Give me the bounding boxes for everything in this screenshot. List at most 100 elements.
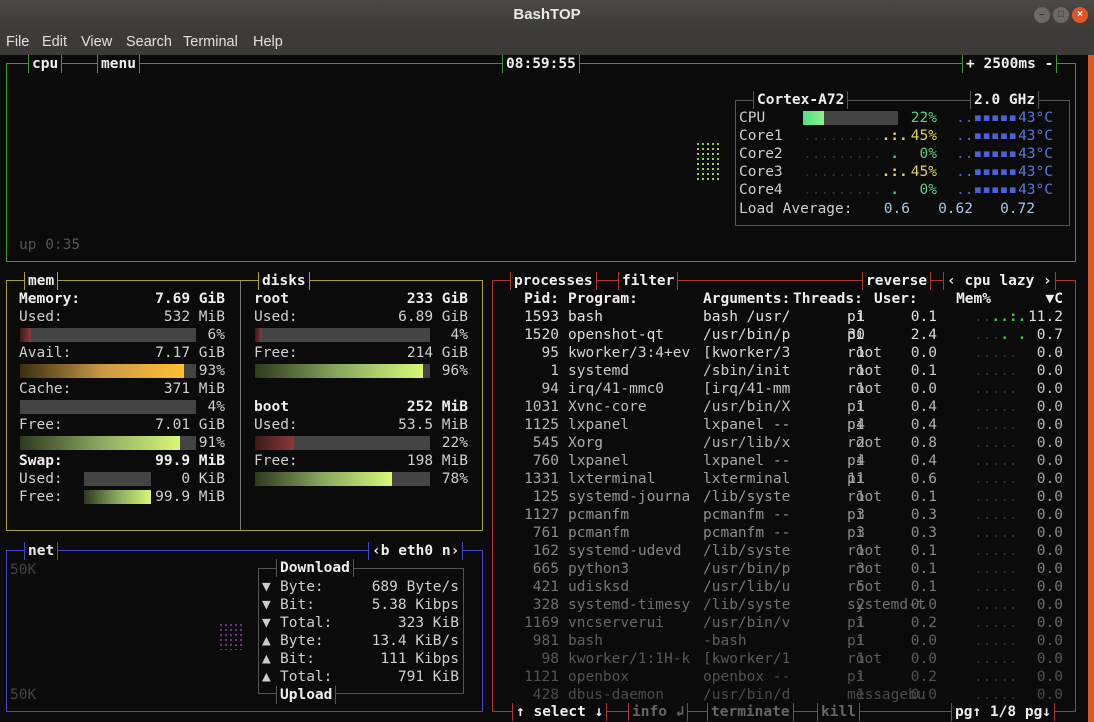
disk-used-percent: 4% xyxy=(450,327,468,343)
menu-file[interactable]: File xyxy=(6,34,29,50)
interface-selector[interactable]: ‹b eth0 n› xyxy=(368,542,464,560)
proc-cpu-graph: ..... xyxy=(974,579,1018,595)
proc-cpu: 0.0 xyxy=(1036,669,1063,685)
proc-pid: 1031 xyxy=(524,399,559,415)
mem-item-value: 7.01 GiB xyxy=(155,417,225,433)
header-mem: Mem% xyxy=(956,291,991,307)
proc-args: bash /usr/ xyxy=(703,309,791,325)
interval-control[interactable]: + 2500ms - xyxy=(962,55,1058,73)
proc-mem: 0.1 xyxy=(910,309,937,325)
cpu-row-temp: 43°C xyxy=(1018,164,1053,180)
filter-button[interactable]: filter xyxy=(618,272,679,290)
proc-mem: 0.3 xyxy=(910,507,937,523)
net-stat-label: Bit: xyxy=(280,597,315,613)
cpu-row-temp: 43°C xyxy=(1018,182,1053,198)
proc-args: /sbin/init xyxy=(703,363,791,379)
proc-pid: 1331 xyxy=(524,471,559,487)
proc-cpu-graph: .... . xyxy=(974,327,1027,343)
proc-user: pi xyxy=(847,399,865,415)
proc-user: pi xyxy=(847,327,865,343)
menu-view[interactable]: View xyxy=(81,34,112,50)
mem-item-value: 371 MiB xyxy=(163,381,225,397)
proc-cpu: 0.0 xyxy=(1036,597,1063,613)
proc-user: pi xyxy=(847,507,865,523)
window-titlebar: BashTOP – □ × xyxy=(0,0,1094,30)
menu-search[interactable]: Search xyxy=(126,34,172,50)
core-graph: ..........:. xyxy=(803,164,908,180)
cpu-row-label: Core3 xyxy=(739,164,783,180)
proc-cpu: 0.0 xyxy=(1036,435,1063,451)
proc-cpu-graph: ..... xyxy=(974,471,1018,487)
cpu-row-percent: 0% xyxy=(919,182,937,198)
proc-mem: 0.2 xyxy=(910,615,937,631)
proc-cpu: 0.0 xyxy=(1036,507,1063,523)
menu-button[interactable]: menu xyxy=(97,55,140,73)
proc-cpu: 0.0 xyxy=(1036,363,1063,379)
page-control[interactable]: pg↑ 1/8 pg↓ xyxy=(951,703,1056,721)
mem-item-label: Used: xyxy=(19,309,63,325)
proc-user: pi xyxy=(847,525,865,541)
proc-program: systemd-timesy xyxy=(568,597,691,613)
cpu-row-percent: 22% xyxy=(910,110,937,126)
proc-cpu-graph: ..... xyxy=(974,687,1018,703)
cpu-row-percent: 0% xyxy=(919,146,937,162)
minimize-button[interactable]: – xyxy=(1034,7,1050,23)
net-stat-value: 791 KiB xyxy=(397,669,459,685)
proc-cpu: 0.0 xyxy=(1036,633,1063,649)
proc-user: root xyxy=(847,381,882,397)
proc-cpu-graph: ..... xyxy=(974,489,1018,505)
proc-pid: 1127 xyxy=(524,507,559,523)
proc-args: /usr/bin/d xyxy=(703,687,791,703)
proc-pid: 981 xyxy=(532,633,559,649)
sort-selector[interactable]: ‹ cpu lazy › xyxy=(943,272,1056,290)
proc-mem: 0.4 xyxy=(910,399,937,415)
info-button[interactable]: info ↲ xyxy=(628,703,689,721)
header-program: Program: xyxy=(568,291,638,307)
net-direction-icon: ▼ xyxy=(262,615,271,631)
menu-terminal[interactable]: Terminal xyxy=(183,34,238,50)
clock: 08:59:55 xyxy=(502,55,580,73)
swap-used: 0 KiB xyxy=(181,471,225,487)
proc-mem: 0.1 xyxy=(910,561,937,577)
menu-edit[interactable]: Edit xyxy=(42,34,67,50)
kill-button[interactable]: kill xyxy=(817,703,860,721)
proc-mem: 0.4 xyxy=(910,417,937,433)
proc-cpu-graph: ..... xyxy=(974,669,1018,685)
net-stat-value: 111 Kibps xyxy=(380,651,459,667)
proc-pid: 665 xyxy=(532,561,559,577)
proc-user: pi xyxy=(847,453,865,469)
core-graph: ......... . xyxy=(803,182,900,198)
proc-user: root xyxy=(847,435,882,451)
proc-pid: 545 xyxy=(532,435,559,451)
mem-item-percent: 93% xyxy=(198,363,225,379)
proc-program: lxpanel xyxy=(568,453,630,469)
terminate-button[interactable]: terminate xyxy=(707,703,794,721)
menu-help[interactable]: Help xyxy=(253,34,283,50)
proc-cpu-graph: ..... xyxy=(974,417,1018,433)
proc-mem: 0.1 xyxy=(910,363,937,379)
proc-user: root xyxy=(847,579,882,595)
disk-used-bar xyxy=(255,328,430,342)
scrollbar[interactable] xyxy=(1088,55,1094,722)
cpu-usage-bar xyxy=(803,111,898,125)
net-stat-value: 13.4 KiB/s xyxy=(371,633,459,649)
cpu-row-percent: 45% xyxy=(910,128,937,144)
proc-cpu: 0.0 xyxy=(1036,471,1063,487)
net-scale-top: 50K xyxy=(10,562,37,578)
cpu-row-temp: 43°C xyxy=(1018,128,1053,144)
proc-cpu: 0.0 xyxy=(1036,687,1063,703)
close-button[interactable]: × xyxy=(1072,7,1088,23)
swap-free: 99.9 MiB xyxy=(155,489,225,505)
proc-cpu-graph: ..... xyxy=(974,453,1018,469)
mem-item-label: Free: xyxy=(19,417,63,433)
proc-cpu-graph: ..... xyxy=(974,615,1018,631)
maximize-button[interactable]: □ xyxy=(1053,7,1069,23)
proc-user: root xyxy=(847,489,882,505)
proc-program: systemd-udevd xyxy=(568,543,682,559)
header-cpu[interactable]: ▼C xyxy=(1046,290,1063,308)
select-control[interactable]: ↑ select ↓ xyxy=(512,703,608,721)
disk-free-percent: 78% xyxy=(441,471,468,487)
reverse-button[interactable]: reverse xyxy=(862,272,932,290)
mem-bar xyxy=(20,436,196,450)
proc-user: pi xyxy=(847,615,865,631)
